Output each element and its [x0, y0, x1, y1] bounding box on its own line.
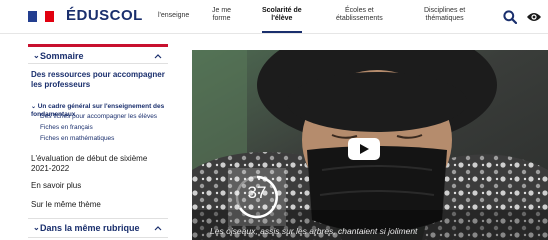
nav-item-ecoles-etablissements[interactable]: Écoles et établissements: [336, 7, 383, 23]
sommaire-title: Sommaire: [40, 51, 84, 61]
nav-item-enseigne[interactable]: l'enseigne: [158, 12, 189, 20]
countdown-value: 37: [247, 183, 267, 202]
link-meme-theme[interactable]: Sur le même thème: [31, 200, 101, 210]
search-icon[interactable]: [503, 10, 517, 24]
collapse-toggle-icon: ⌄: [33, 51, 40, 60]
link-en-savoir-plus[interactable]: En savoir plus: [31, 181, 81, 191]
site-header: ÉDUSCOL l'enseigne Je me forme Scolarité…: [0, 0, 548, 34]
french-flag-logo: [28, 11, 55, 22]
play-button[interactable]: [348, 138, 380, 160]
link-fiches-francais[interactable]: Fiches en français: [40, 124, 93, 132]
collapse-toggle-icon: ⌄: [33, 223, 40, 232]
play-icon: [360, 144, 369, 154]
sidebar: ⌄ Sommaire Des ressources pour accompagn…: [28, 44, 168, 240]
nav-item-scolarite-eleve[interactable]: Scolarité de l'élève: [262, 7, 302, 33]
rubrique-title: Dans la même rubrique: [40, 223, 140, 233]
nav-item-disciplines-thematiques[interactable]: Disciplines et thématiques: [424, 7, 465, 23]
link-fiches-mathematiques[interactable]: Fiches en mathématiques: [40, 135, 114, 143]
sommaire-section-header[interactable]: ⌄ Sommaire: [28, 44, 168, 64]
link-ressources-professeurs[interactable]: Des ressources pour accompagner les prof…: [31, 70, 165, 89]
eye-icon[interactable]: [526, 11, 542, 23]
active-marker-icon: ⌄: [31, 104, 38, 110]
chevron-up-icon[interactable]: [154, 52, 162, 60]
brand-logo[interactable]: ÉDUSCOL: [66, 7, 143, 24]
link-fiches-eleves[interactable]: Des fiches pour accompagner les élèves: [40, 113, 157, 121]
chevron-up-icon[interactable]: [154, 224, 162, 232]
link-evaluation-sixieme[interactable]: L'évaluation de début de sixième 2021-20…: [31, 154, 147, 173]
rubrique-section-header[interactable]: ⌄ Dans la même rubrique: [28, 218, 168, 238]
nav-item-je-me-forme[interactable]: Je me forme: [212, 7, 231, 23]
video-caption: Les oiseaux, assis sur les arbres, chant…: [210, 226, 418, 236]
